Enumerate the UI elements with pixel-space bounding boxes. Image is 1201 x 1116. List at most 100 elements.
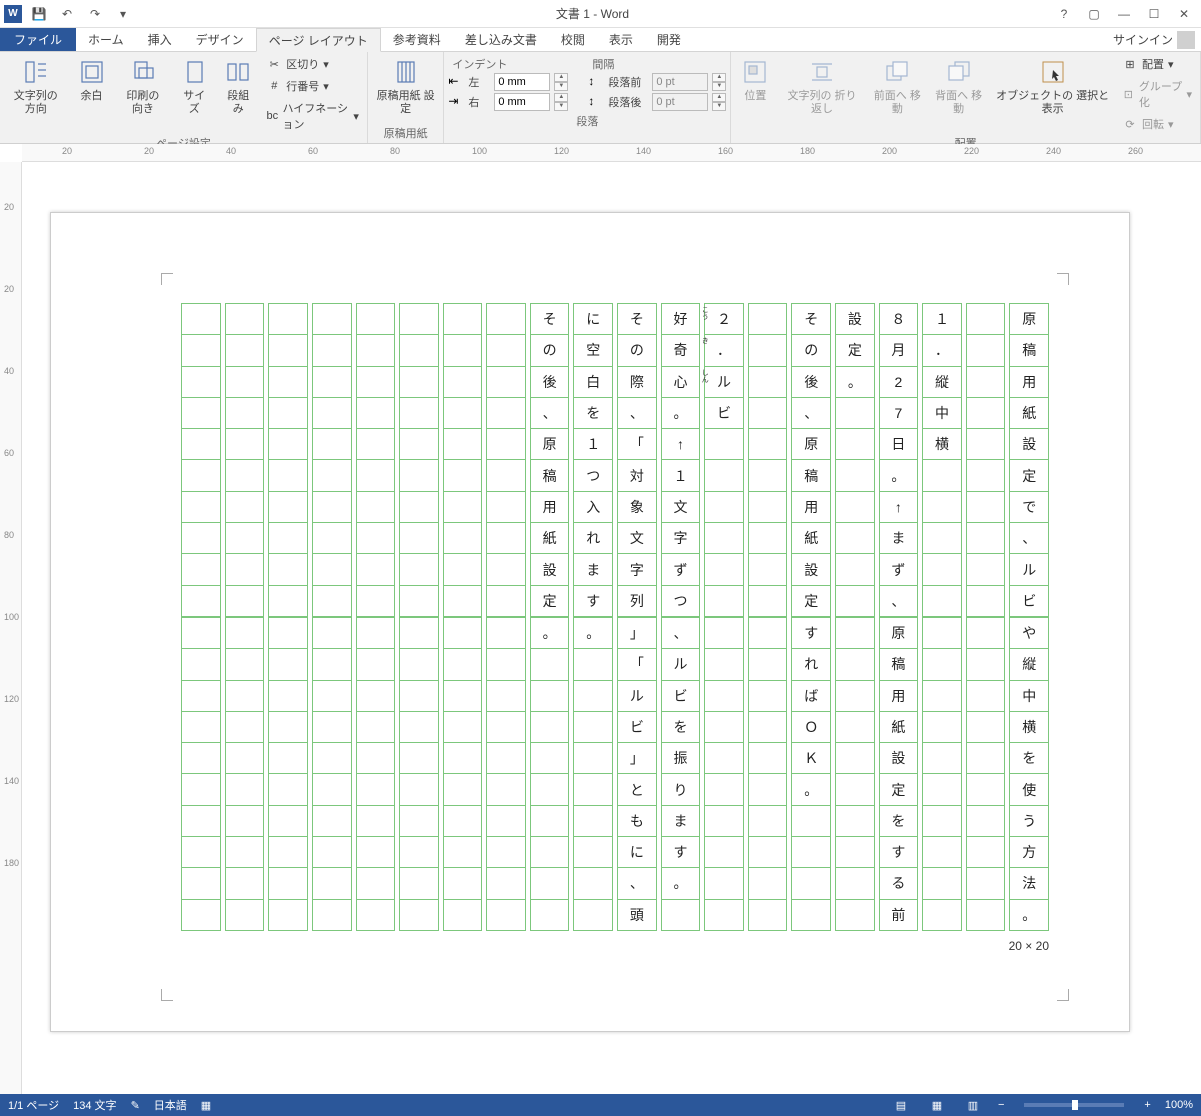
grid-cell — [835, 585, 875, 618]
ribbon-options-icon[interactable]: ▢ — [1081, 4, 1107, 24]
text-direction-button[interactable]: 文字列の 方向 — [4, 54, 68, 118]
grid-cell — [704, 867, 744, 899]
grid-cell: 。 — [879, 459, 919, 491]
size-button[interactable]: サイズ — [174, 54, 214, 118]
grid-cell: 定 — [835, 334, 875, 366]
tab-insert[interactable]: 挿入 — [136, 28, 184, 51]
grid-cell — [922, 836, 962, 868]
grid-cell — [486, 899, 526, 931]
tab-references[interactable]: 参考資料 — [381, 28, 453, 51]
tab-page-layout[interactable]: ページ レイアウト — [256, 28, 381, 52]
spacing-after-down[interactable]: ▼ — [712, 102, 726, 111]
grid-cell — [443, 648, 483, 680]
tab-mailings[interactable]: 差し込み文書 — [453, 28, 549, 51]
grid-cell — [181, 648, 221, 680]
grid-cell — [966, 773, 1006, 805]
manuscript-settings-button[interactable]: 原稿用紙 設定 — [372, 54, 439, 118]
group-page-setup: 文字列の 方向 余白 印刷の 向き サイズ 段組み ✂区切り▾ #行番号▾ — [0, 52, 368, 143]
grid-cell: 対 — [617, 459, 657, 491]
view-read-mode-icon[interactable]: ▤ — [890, 1096, 912, 1114]
grid-cell: 文 — [661, 491, 701, 523]
document-area[interactable]: 2020406080100120140180 原稿用紙設定で、ルビや縦中横を使う… — [0, 162, 1201, 1094]
grid-cell — [835, 428, 875, 460]
tab-review[interactable]: 校閲 — [549, 28, 597, 51]
columns-icon — [222, 56, 254, 88]
grid-cell: ル — [704, 366, 744, 398]
grid-cell — [443, 459, 483, 491]
hyphenation-button[interactable]: bcハイフネーション▾ — [262, 98, 363, 134]
minimize-icon[interactable]: — — [1111, 4, 1137, 24]
spacing-after-up[interactable]: ▲ — [712, 93, 726, 102]
margins-button[interactable]: 余白 — [72, 54, 112, 105]
zoom-out-button[interactable]: − — [998, 1099, 1004, 1111]
grid-cell — [835, 711, 875, 743]
grid-cell: に — [617, 836, 657, 868]
line-numbers-button[interactable]: #行番号▾ — [262, 76, 363, 96]
indent-right-up[interactable]: ▲ — [554, 93, 568, 102]
horizontal-ruler[interactable]: 2020406080100120140160180200220240260 — [22, 144, 1201, 162]
grid-cell — [704, 742, 744, 774]
breaks-button[interactable]: ✂区切り▾ — [262, 54, 363, 74]
crop-mark — [161, 273, 173, 285]
save-icon[interactable]: 💾 — [28, 3, 50, 25]
spacing-before-down[interactable]: ▼ — [712, 82, 726, 91]
grid-cell: 紙 — [879, 711, 919, 743]
selection-pane-label: オブジェクトの 選択と表示 — [995, 90, 1110, 116]
view-web-layout-icon[interactable]: ▥ — [962, 1096, 984, 1114]
redo-icon[interactable]: ↷ — [84, 3, 106, 25]
text-direction-label: 文字列の 方向 — [8, 90, 64, 116]
grid-cell — [181, 522, 221, 554]
tab-developer[interactable]: 開発 — [645, 28, 693, 51]
grid-cell — [704, 617, 744, 649]
columns-button[interactable]: 段組み — [218, 54, 258, 118]
zoom-in-button[interactable]: + — [1144, 1099, 1150, 1111]
grid-cell — [181, 899, 221, 931]
indent-right-field[interactable] — [494, 93, 550, 111]
grid-cell: 稿 — [1009, 334, 1049, 366]
indent-left-down[interactable]: ▼ — [554, 82, 568, 91]
tab-home[interactable]: ホーム — [76, 28, 136, 51]
orientation-button[interactable]: 印刷の 向き — [116, 54, 171, 118]
tab-file[interactable]: ファイル — [0, 28, 76, 51]
signin-button[interactable]: サインイン — [1107, 28, 1201, 51]
status-word-count[interactable]: 134 文字 — [73, 1097, 116, 1113]
spacing-before-up[interactable]: ▲ — [712, 73, 726, 82]
zoom-thumb[interactable] — [1072, 1100, 1078, 1110]
tab-view[interactable]: 表示 — [597, 28, 645, 51]
grid-cell: ル — [617, 680, 657, 712]
status-macro-icon[interactable]: ▦ — [201, 1099, 211, 1112]
indent-left-field[interactable] — [494, 73, 550, 91]
grid-cell — [486, 491, 526, 523]
selection-pane-button[interactable]: オブジェクトの 選択と表示 — [991, 54, 1114, 118]
align-button[interactable]: ⊞配置▾ — [1118, 54, 1196, 74]
grid-cell: 設 — [530, 553, 570, 585]
grid-cell — [443, 397, 483, 429]
indent-right-down[interactable]: ▼ — [554, 102, 568, 111]
grid-cell: 用 — [879, 680, 919, 712]
grid-cell — [399, 428, 439, 460]
grid-cell — [356, 867, 396, 899]
undo-icon[interactable]: ↶ — [56, 3, 78, 25]
grid-cell — [835, 899, 875, 931]
indent-left-up[interactable]: ▲ — [554, 73, 568, 82]
grid-cell — [443, 805, 483, 837]
help-icon[interactable]: ? — [1051, 4, 1077, 24]
grid-cell: す — [791, 617, 831, 649]
zoom-slider[interactable] — [1024, 1103, 1124, 1107]
maximize-icon[interactable]: ☐ — [1141, 4, 1167, 24]
customize-qat-icon[interactable]: ▾ — [112, 3, 134, 25]
grid-cell — [181, 742, 221, 774]
grid-cell: ま — [879, 522, 919, 554]
manuscript-grid[interactable]: 原稿用紙設定で、ルビや縦中横を使う方法。１．縦中横８月27日。↑まず、原稿用紙設… — [181, 303, 1049, 931]
grid-cell — [312, 867, 352, 899]
status-page[interactable]: 1/1 ページ — [8, 1097, 59, 1113]
bring-forward-icon — [881, 56, 913, 88]
status-language[interactable]: 日本語 — [154, 1097, 187, 1113]
tab-design[interactable]: デザイン — [184, 28, 256, 51]
zoom-level[interactable]: 100% — [1165, 1099, 1193, 1111]
vertical-ruler[interactable]: 2020406080100120140180 — [0, 162, 22, 1094]
close-icon[interactable]: ✕ — [1171, 4, 1197, 24]
view-print-layout-icon[interactable]: ▦ — [926, 1096, 948, 1114]
status-proofing-icon[interactable]: ✎ — [131, 1099, 140, 1112]
grid-cell — [356, 553, 396, 585]
